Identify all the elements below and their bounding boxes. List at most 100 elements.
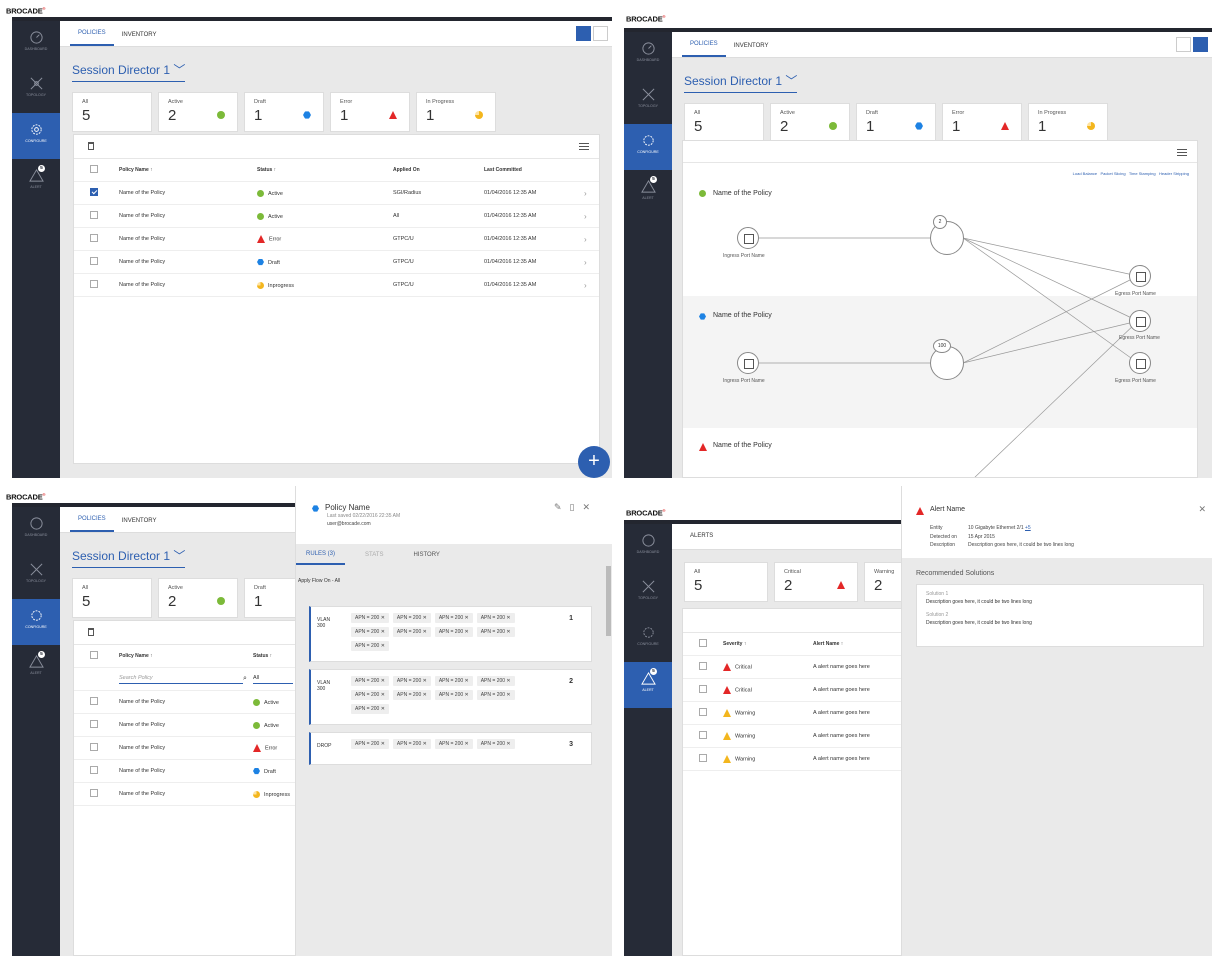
col-status[interactable]: Status ↑: [253, 653, 272, 659]
apn-chip[interactable]: APN = 200 ✕: [351, 641, 389, 651]
apn-chip[interactable]: APN = 200 ✕: [392, 676, 431, 686]
trash-icon[interactable]: ▯: [570, 502, 583, 512]
table-row[interactable]: Warning A alert name goes here: [683, 702, 903, 725]
nav-configure[interactable]: CONFIGURE: [624, 124, 672, 170]
select-all-checkbox[interactable]: [90, 165, 98, 173]
nav-alert[interactable]: 5 ALERT: [624, 662, 672, 708]
row-checkbox[interactable]: [90, 720, 98, 728]
nav-topology[interactable]: TOPOLOGY: [12, 67, 60, 113]
apn-chip[interactable]: APN = 200 ✕: [434, 627, 473, 637]
tab-inventory[interactable]: INVENTORY: [114, 518, 165, 532]
apn-chip[interactable]: APN = 200 ✕: [392, 690, 431, 700]
chevron-right-icon[interactable]: ›: [584, 212, 587, 221]
chevron-right-icon[interactable]: ›: [584, 258, 587, 267]
row-checkbox[interactable]: [90, 766, 98, 774]
nav-configure[interactable]: CONFIGURE: [12, 599, 60, 645]
card-inprogress[interactable]: In Progress 1: [416, 92, 496, 132]
nav-alert[interactable]: 5 ALERT: [12, 159, 60, 205]
ingress-port-node[interactable]: [737, 352, 759, 374]
apn-chip[interactable]: APN = 200 ✕: [351, 739, 389, 749]
card-all[interactable]: All 5: [72, 578, 152, 618]
row-checkbox[interactable]: [699, 708, 707, 716]
card-critical[interactable]: Critical 2: [774, 562, 858, 602]
nav-dashboard[interactable]: DASHBOARD: [624, 32, 672, 78]
session-selector[interactable]: Session Director 1 ﹀: [684, 72, 798, 93]
nav-dashboard[interactable]: DASHBOARD: [12, 507, 60, 553]
row-checkbox[interactable]: [90, 280, 98, 288]
card-active[interactable]: Active 2: [158, 92, 238, 132]
nav-topology[interactable]: TOPOLOGY: [12, 553, 60, 599]
apn-chip[interactable]: APN = 200 ✕: [476, 690, 515, 700]
table-row[interactable]: Critical A alert name goes here: [683, 656, 903, 679]
apn-chip[interactable]: APN = 200 ✕: [392, 613, 431, 623]
chevron-right-icon[interactable]: ›: [584, 281, 587, 290]
rule-card[interactable]: VLAN 300 APN = 200 ✕ APN = 200 ✕ APN = 200…: [309, 606, 592, 662]
tab-policies[interactable]: POLICIES: [70, 30, 114, 46]
topology-view-icon[interactable]: [593, 26, 608, 41]
card-all[interactable]: All 5: [684, 562, 768, 602]
more-entities-link[interactable]: +5: [1025, 525, 1031, 531]
card-error[interactable]: Error 1: [942, 103, 1022, 143]
session-selector[interactable]: Session Director 1 ﹀: [72, 547, 186, 568]
list-view-icon[interactable]: [576, 26, 591, 41]
apn-chip[interactable]: APN = 200 ✕: [434, 613, 473, 623]
apn-chip[interactable]: APN = 200 ✕: [476, 676, 515, 686]
nav-dashboard[interactable]: DASHBOARD: [624, 524, 672, 570]
row-checkbox[interactable]: [699, 754, 707, 762]
card-active[interactable]: Active 2: [770, 103, 850, 143]
table-row[interactable]: Name of the Policy Error GTPC/U 01/04/20…: [74, 228, 599, 251]
apn-chip[interactable]: APN = 200 ✕: [434, 739, 473, 749]
nav-dashboard[interactable]: DASHBOARD: [12, 21, 60, 67]
row-checkbox[interactable]: [90, 743, 98, 751]
row-checkbox[interactable]: [699, 685, 707, 693]
topology-policy-3[interactable]: Name of the Policy: [713, 442, 772, 449]
apn-chip[interactable]: APN = 200 ✕: [351, 627, 389, 637]
col-severity[interactable]: Severity ↑: [723, 641, 813, 647]
card-active[interactable]: Active 2: [158, 578, 238, 618]
card-inprogress[interactable]: In Progress 1: [1028, 103, 1108, 143]
card-error[interactable]: Error 1: [330, 92, 410, 132]
table-row[interactable]: Name of the Policy Active SGI/Radius 01/…: [74, 182, 599, 205]
topology-view-icon[interactable]: [1193, 37, 1208, 52]
trash-icon[interactable]: [88, 628, 94, 636]
close-icon[interactable]: ✕: [582, 502, 598, 512]
row-checkbox[interactable]: [90, 697, 98, 705]
nav-topology[interactable]: TOPOLOGY: [624, 570, 672, 616]
rule-card[interactable]: DROP APN = 200 ✕ APN = 200 ✕ APN = 200 ✕ AP…: [309, 732, 592, 765]
chevron-right-icon[interactable]: ›: [584, 189, 587, 198]
topology-policy-2[interactable]: Name of the Policy: [713, 312, 772, 319]
row-checkbox[interactable]: [90, 789, 98, 797]
nav-topology[interactable]: TOPOLOGY: [624, 78, 672, 124]
nav-configure[interactable]: CONFIGURE: [12, 113, 60, 159]
table-row[interactable]: Warning A alert name goes here: [683, 748, 903, 771]
topology-policy-1[interactable]: Name of the Policy: [713, 190, 772, 197]
apn-chip[interactable]: APN = 200 ✕: [392, 627, 431, 637]
apn-chip[interactable]: APN = 200 ✕: [392, 739, 431, 749]
card-draft[interactable]: Draft 1: [856, 103, 936, 143]
tab-policies[interactable]: POLICIES: [682, 41, 726, 57]
row-checkbox[interactable]: [699, 731, 707, 739]
apn-chip[interactable]: APN = 200 ✕: [351, 690, 389, 700]
egress-port-node[interactable]: [1129, 310, 1151, 332]
tab-rules[interactable]: RULES (3): [296, 545, 346, 565]
select-all-checkbox[interactable]: [699, 639, 707, 647]
nav-alert[interactable]: 5 ALERT: [624, 170, 672, 216]
close-icon[interactable]: ✕: [1198, 504, 1206, 515]
table-row[interactable]: Name of the Policy Active All 01/04/2016…: [74, 205, 599, 228]
tab-alerts[interactable]: ALERTS: [682, 533, 721, 549]
chevron-right-icon[interactable]: ›: [584, 235, 587, 244]
edit-icon[interactable]: ✎: [554, 502, 570, 512]
egress-port-node[interactable]: [1129, 265, 1151, 287]
apn-chip[interactable]: APN = 200 ✕: [351, 613, 389, 623]
tab-inventory[interactable]: INVENTORY: [114, 32, 165, 46]
filter-icon[interactable]: [579, 143, 589, 151]
col-policy-name[interactable]: Policy Name ↑: [119, 167, 257, 173]
card-all[interactable]: All 5: [684, 103, 764, 143]
list-view-icon[interactable]: [1176, 37, 1191, 52]
status-filter[interactable]: All: [253, 675, 293, 684]
table-row[interactable]: Name of the Policy Inprogress GTPC/U 01/…: [74, 274, 599, 297]
rule-card[interactable]: VLAN 300 APN = 200 ✕ APN = 200 ✕ APN = 200…: [309, 669, 592, 725]
tab-inventory[interactable]: INVENTORY: [726, 43, 777, 57]
col-status[interactable]: Status ↑: [257, 167, 393, 173]
table-row[interactable]: Warning A alert name goes here: [683, 725, 903, 748]
